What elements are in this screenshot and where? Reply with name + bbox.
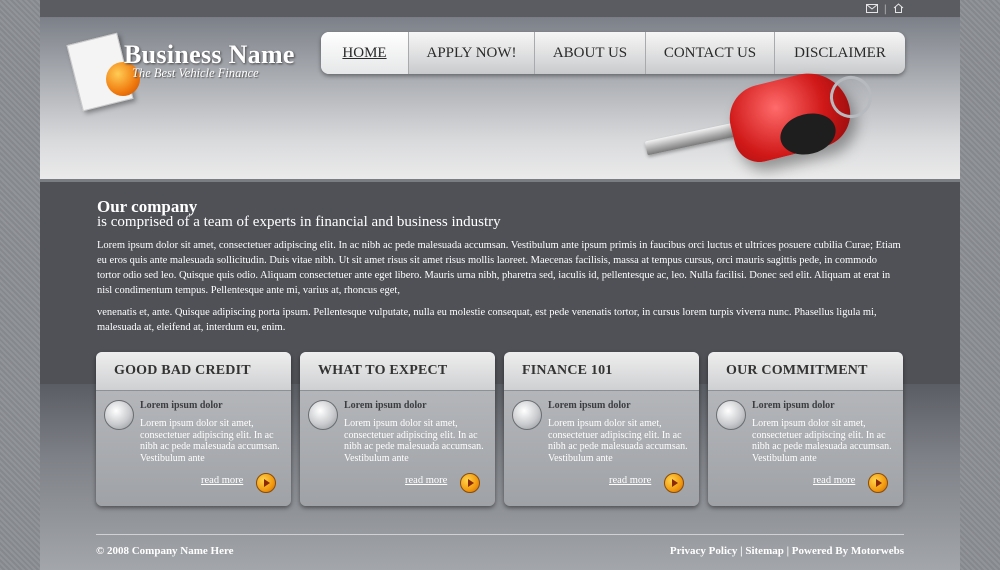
home-icon[interactable] [893, 3, 904, 16]
page-container: | Business Name The Best Vehicle Finance… [40, 0, 960, 570]
circle-bullet-icon [716, 400, 746, 430]
copyright: © 2008 Company Name Here [96, 545, 234, 557]
box-title: GOOD BAD CREDIT [114, 363, 251, 378]
feature-box-what-to-expect: WHAT TO EXPECT Lorem ipsum dolor Lorem i… [300, 352, 495, 506]
footer-links: Privacy Policy | Sitemap | Powered By Mo… [670, 545, 904, 557]
header-banner: Business Name The Best Vehicle Finance H… [40, 18, 960, 182]
brand[interactable]: Business Name The Best Vehicle Finance [124, 40, 295, 81]
top-utility-icons: | [865, 3, 904, 16]
read-more-link[interactable]: read more [201, 475, 243, 486]
privacy-policy-link[interactable]: Privacy Policy [670, 545, 738, 557]
circle-bullet-icon [512, 400, 542, 430]
top-strip: | [40, 0, 960, 18]
arrow-right-icon[interactable] [664, 473, 684, 493]
box-subtitle: Lorem ipsum dolor [344, 400, 427, 411]
arrow-right-icon[interactable] [868, 473, 888, 493]
feature-box-good-bad-credit: GOOD BAD CREDIT Lorem ipsum dolor Lorem … [96, 352, 291, 506]
intro-paragraph-1: Lorem ipsum dolor sit amet, consectetuer… [97, 240, 901, 296]
nav-disclaimer[interactable]: DISCLAIMER [775, 32, 905, 74]
nav-about-us[interactable]: ABOUT US [535, 32, 646, 74]
box-title: FINANCE 101 [522, 363, 613, 378]
main-nav: HOME APPLY NOW! ABOUT US CONTACT US DISC… [321, 32, 905, 74]
arrow-right-icon[interactable] [460, 473, 480, 493]
feature-box-finance-101: FINANCE 101 Lorem ipsum dolor Lorem ipsu… [504, 352, 699, 506]
box-subtitle: Lorem ipsum dolor [548, 400, 631, 411]
box-subtitle: Lorem ipsum dolor [752, 400, 835, 411]
footer-divider [96, 534, 904, 535]
top-icons-separator: | [883, 4, 887, 15]
footer-separator: | [786, 545, 790, 557]
box-subtitle: Lorem ipsum dolor [140, 400, 223, 411]
sitemap-link[interactable]: Sitemap [745, 545, 784, 557]
box-text: Lorem ipsum dolor sit amet, consectetuer… [548, 418, 688, 464]
box-text: Lorem ipsum dolor sit amet, consectetuer… [752, 418, 892, 464]
intro-paragraph-2: venenatis et, ante. Quisque adipiscing p… [97, 307, 877, 333]
arrow-right-icon[interactable] [256, 473, 276, 493]
feature-boxes: GOOD BAD CREDIT Lorem ipsum dolor Lorem … [96, 352, 904, 508]
feature-box-our-commitment: OUR COMMITMENT Lorem ipsum dolor Lorem i… [708, 352, 903, 506]
box-text: Lorem ipsum dolor sit amet, consectetuer… [140, 418, 280, 464]
mail-icon[interactable] [865, 3, 878, 16]
intro-subtitle: is comprised of a team of experts in fin… [97, 214, 501, 230]
read-more-link[interactable]: read more [813, 475, 855, 486]
circle-bullet-icon [104, 400, 134, 430]
read-more-link[interactable]: read more [609, 475, 651, 486]
box-text: Lorem ipsum dolor sit amet, consectetuer… [344, 418, 484, 464]
nav-contact-us[interactable]: CONTACT US [646, 32, 775, 74]
box-title: WHAT TO EXPECT [318, 363, 448, 378]
circle-bullet-icon [308, 400, 338, 430]
box-title: OUR COMMITMENT [726, 363, 868, 378]
nav-apply-now[interactable]: APPLY NOW! [409, 32, 535, 74]
powered-by-link[interactable]: Powered By Motorwebs [792, 545, 904, 557]
read-more-link[interactable]: read more [405, 475, 447, 486]
footer-separator: | [740, 545, 743, 557]
nav-home[interactable]: HOME [321, 32, 409, 74]
